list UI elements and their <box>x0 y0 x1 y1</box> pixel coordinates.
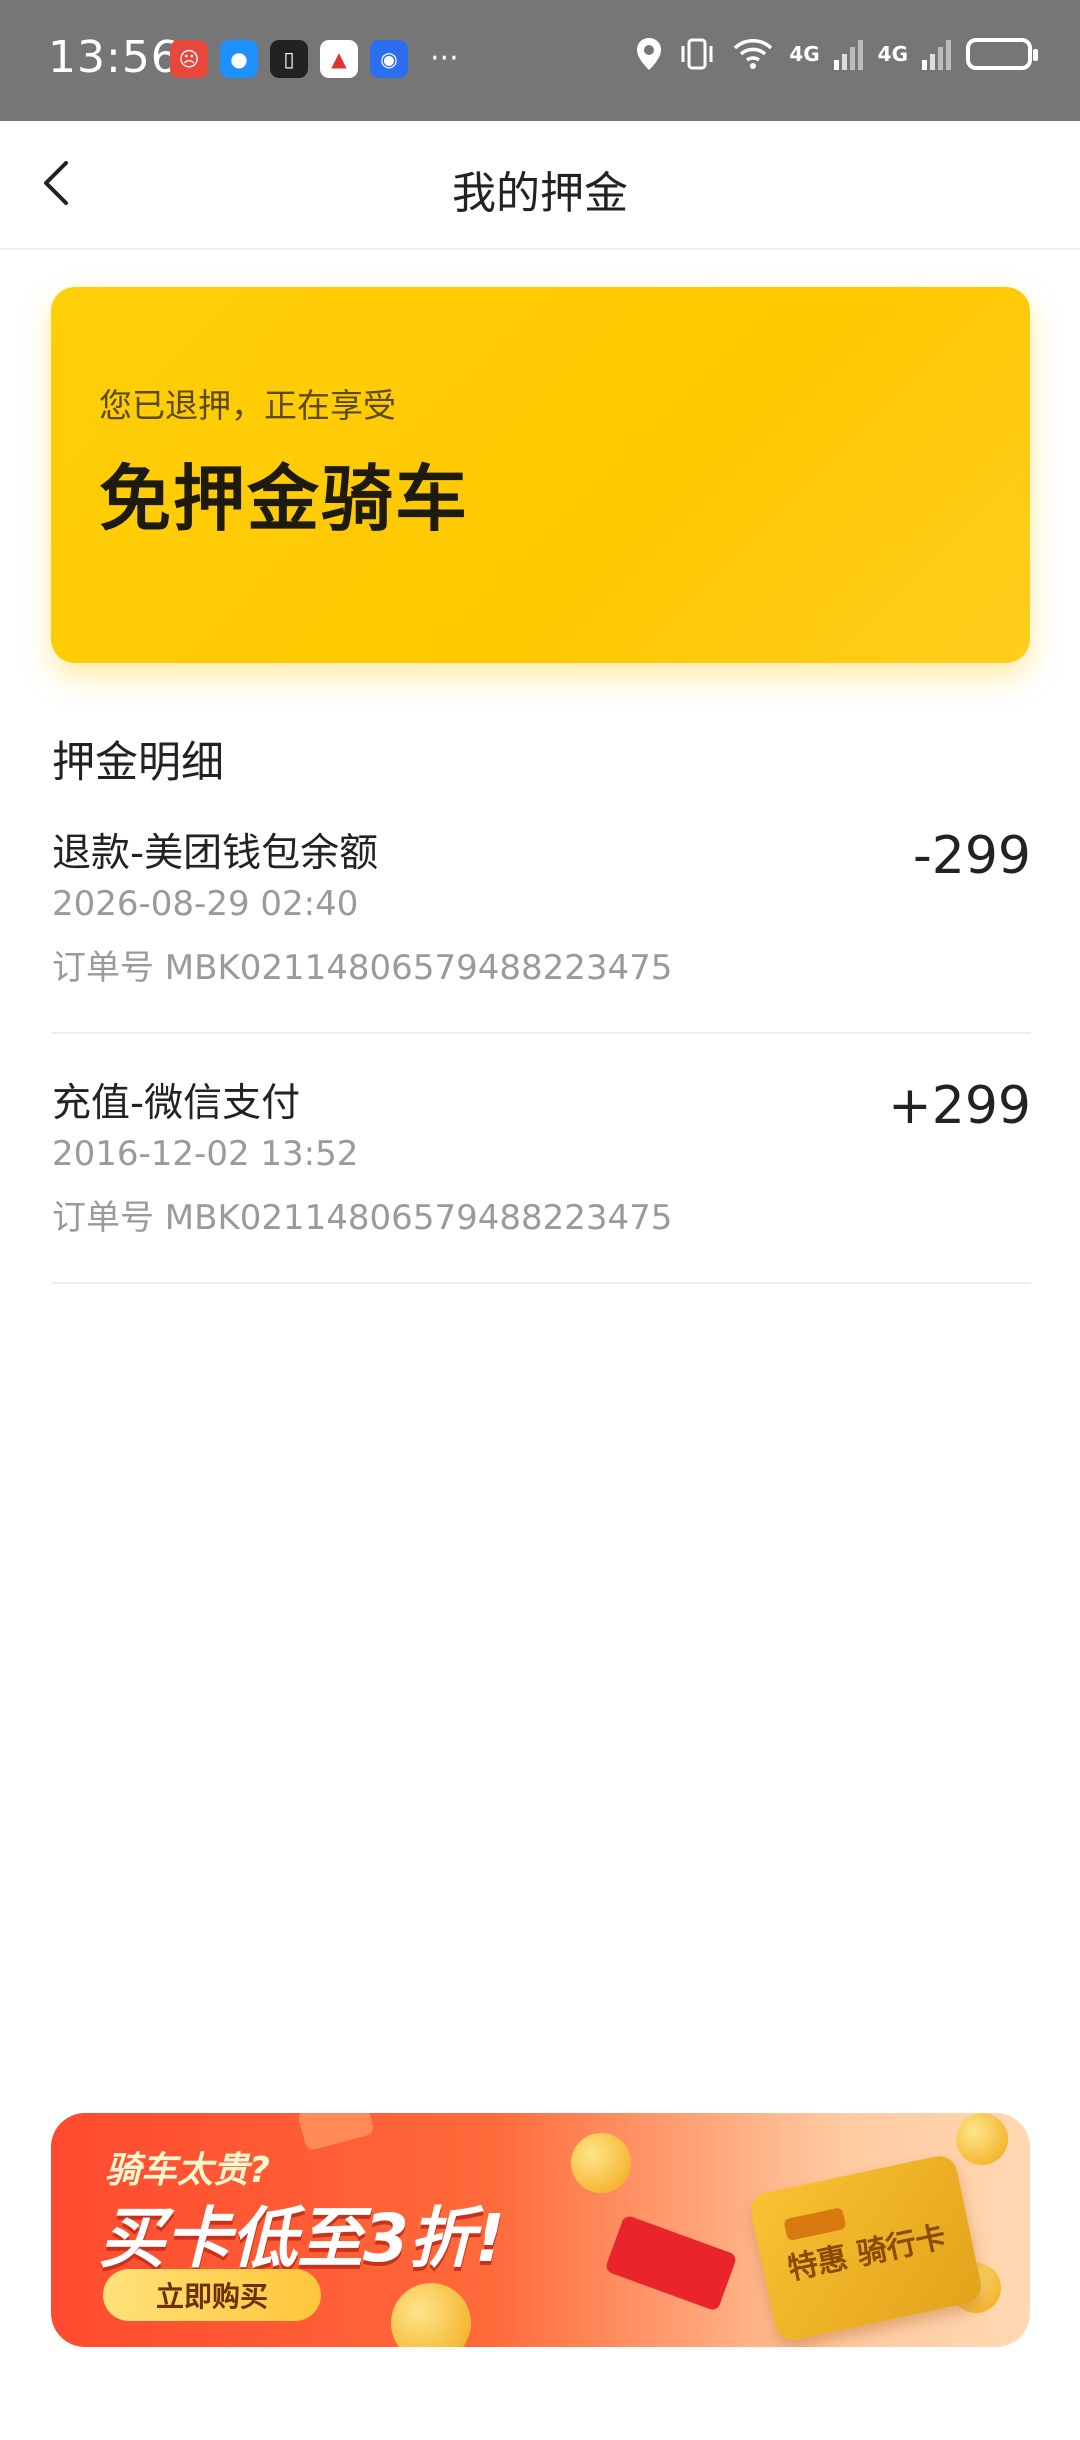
promo-banner[interactable]: 骑车太贵? 买卡低至3折! 立即购买 特惠 骑行卡 <box>51 2113 1030 2347</box>
page-title: 我的押金 <box>452 168 628 219</box>
record-title: 退款-美团钱包余额 <box>52 831 379 876</box>
deposit-record-row[interactable]: 充值-微信支付 2016-12-02 13:52 订单号 MBK02114806… <box>52 1072 1031 1284</box>
wifi-icon <box>734 39 773 69</box>
deposit-record-row[interactable]: 退款-美团钱包余额 2026-08-29 02:40 订单号 MBK021148… <box>52 822 1031 1034</box>
deposit-status-title: 免押金骑车 <box>99 457 470 541</box>
signal-icon <box>833 40 863 70</box>
status-time: 13:56 <box>48 32 180 83</box>
signal-label-2: 4G <box>877 42 908 66</box>
buy-now-button[interactable]: 立即购买 <box>103 2269 321 2321</box>
browser-app-icon: ◉ <box>370 40 408 78</box>
deposit-status-subtitle: 您已退押，正在享受 <box>99 386 396 425</box>
record-order-number: 订单号 MBK02114806579488223475 <box>52 1198 673 1238</box>
signal-label-1: 4G <box>789 42 820 66</box>
battery-icon <box>966 38 1038 70</box>
deposit-status-card: 您已退押，正在享受 免押金骑车 <box>51 287 1030 663</box>
app-notification-icon: ☹ <box>170 40 208 78</box>
nav-bar: 我的押金 <box>0 121 1080 250</box>
message-icon: ● <box>220 40 258 78</box>
location-icon <box>637 38 662 70</box>
more-dots-icon: ··· <box>430 41 459 76</box>
coin-icon <box>391 2283 471 2347</box>
record-date: 2016-12-02 13:52 <box>52 1134 359 1174</box>
banner-headline: 买卡低至3折! <box>99 2200 506 2277</box>
record-date: 2026-08-29 02:40 <box>52 884 359 924</box>
phone-app-icon: ▯ <box>270 40 308 78</box>
coin-icon <box>956 2113 1008 2165</box>
record-amount: +299 <box>888 1076 1031 1136</box>
record-title: 充值-微信支付 <box>52 1081 301 1126</box>
vibrate-icon <box>681 38 713 70</box>
record-order-number: 订单号 MBK021148065794882234​75 <box>52 948 673 988</box>
notification-icons: ☹ ● ▯ ▲ ◉ ··· <box>170 40 459 78</box>
status-bar: 13:56 ☹ ● ▯ ▲ ◉ ··· 4G 4G <box>0 0 1080 121</box>
red-packet-icon <box>297 2113 375 2152</box>
record-amount: -299 <box>912 826 1031 886</box>
coin-icon <box>571 2133 631 2193</box>
system-icons: 4G 4G <box>635 36 1038 72</box>
red-packet-icon <box>604 2214 738 2312</box>
music-app-icon: ▲ <box>320 40 358 78</box>
deposit-details-heading: 押金明细 <box>52 738 224 788</box>
signal-icon-2 <box>922 40 951 70</box>
